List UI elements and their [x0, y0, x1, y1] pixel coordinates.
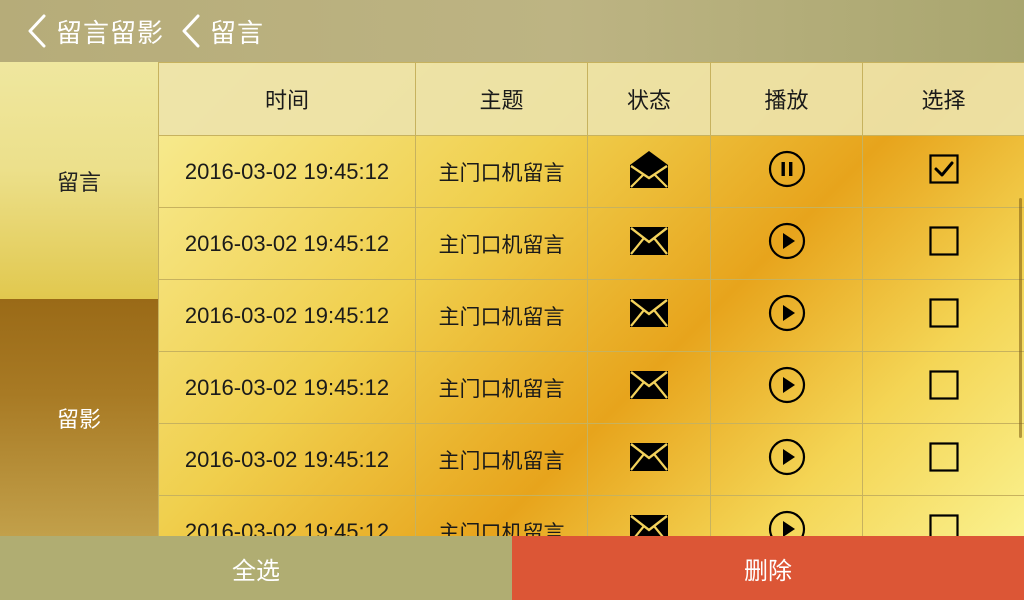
envelope-icon: [630, 515, 668, 536]
select-cell: [862, 207, 1024, 280]
playback-cell: [710, 423, 863, 496]
pause-button[interactable]: [768, 150, 806, 188]
select-cell: [862, 423, 1024, 496]
table-row[interactable]: 2016-03-02 19:45:12 主门口机留言: [158, 351, 1024, 424]
top-bar: 留言留影 留言: [0, 0, 1024, 62]
select-checkbox[interactable]: [928, 154, 959, 184]
breadcrumb-current[interactable]: 留言: [180, 13, 264, 50]
message-time: 2016-03-02 19:45:12: [158, 207, 416, 280]
chevron-left-icon: [28, 14, 46, 48]
message-time: 2016-03-02 19:45:12: [158, 135, 416, 208]
playback-cell: [710, 135, 863, 208]
select-checkbox[interactable]: [928, 370, 959, 400]
message-time: 2016-03-02 19:45:12: [158, 495, 416, 536]
play-icon: [768, 294, 806, 332]
select-checkbox[interactable]: [928, 226, 959, 256]
playback-cell: [710, 351, 863, 424]
message-time: 2016-03-02 19:45:12: [158, 351, 416, 424]
scrollbar[interactable]: [1019, 198, 1022, 438]
select-all-button[interactable]: 全选: [0, 536, 512, 600]
envelope-icon: [630, 299, 668, 327]
table-header-row: 时间 主题 状态 播放 选择: [158, 62, 1024, 136]
breadcrumb-label: 留言留影: [56, 18, 165, 49]
column-header-status: 状态: [587, 62, 711, 136]
play-button[interactable]: [768, 294, 806, 332]
playback-cell: [710, 495, 863, 536]
status-cell: [587, 351, 711, 424]
play-icon: [768, 222, 806, 260]
column-header-select: 选择: [862, 62, 1024, 136]
footer-bar: 全选 删除: [0, 536, 1024, 600]
play-icon: [768, 366, 806, 404]
status-cell: [587, 423, 711, 496]
chevron-left-icon: [182, 14, 200, 48]
sidebar-item-label: 留影: [56, 407, 101, 433]
table-row[interactable]: 2016-03-02 19:45:12 主门口机留言: [158, 423, 1024, 496]
message-time: 2016-03-02 19:45:12: [158, 423, 416, 496]
sidebar: 留言 留影: [0, 62, 158, 536]
play-button[interactable]: [768, 222, 806, 260]
play-icon: [768, 438, 806, 476]
message-table: 时间 主题 状态 播放 选择 2016-03-02 19:45:12 主门口机留言…: [158, 62, 1024, 536]
page-title: 留言: [210, 18, 265, 49]
delete-button[interactable]: 删除: [512, 536, 1024, 600]
sidebar-item-video-message[interactable]: 留影: [0, 299, 158, 536]
status-cell: [587, 279, 711, 352]
play-icon: [768, 510, 806, 536]
envelope-icon: [630, 371, 668, 399]
table-row[interactable]: 2016-03-02 19:45:12 主门口机留言: [158, 495, 1024, 536]
envelope-open-icon: [630, 150, 668, 188]
message-subject: 主门口机留言: [415, 351, 588, 424]
message-subject: 主门口机留言: [415, 423, 588, 496]
select-cell: [862, 495, 1024, 536]
table-row[interactable]: 2016-03-02 19:45:12 主门口机留言: [158, 135, 1024, 208]
back-to-messages-home[interactable]: 留言留影: [26, 13, 164, 50]
playback-cell: [710, 207, 863, 280]
sidebar-item-label: 留言: [56, 170, 101, 196]
message-subject: 主门口机留言: [415, 207, 588, 280]
select-checkbox[interactable]: [928, 298, 959, 328]
column-header-subject: 主题: [415, 62, 588, 136]
status-cell: [587, 495, 711, 536]
play-button[interactable]: [768, 438, 806, 476]
select-cell: [862, 351, 1024, 424]
envelope-icon: [630, 227, 668, 255]
sidebar-item-voice-message[interactable]: 留言: [0, 62, 158, 299]
table-row[interactable]: 2016-03-02 19:45:12 主门口机留言: [158, 279, 1024, 352]
select-checkbox[interactable]: [928, 442, 959, 472]
status-cell: [587, 135, 711, 208]
message-subject: 主门口机留言: [415, 495, 588, 536]
pause-icon: [768, 150, 806, 188]
select-cell: [862, 279, 1024, 352]
envelope-icon: [630, 443, 668, 471]
message-time: 2016-03-02 19:45:12: [158, 279, 416, 352]
play-button[interactable]: [768, 366, 806, 404]
select-checkbox[interactable]: [928, 514, 959, 536]
playback-cell: [710, 279, 863, 352]
column-header-time: 时间: [158, 62, 416, 136]
select-cell: [862, 135, 1024, 208]
message-subject: 主门口机留言: [415, 279, 588, 352]
status-cell: [587, 207, 711, 280]
play-button[interactable]: [768, 510, 806, 536]
message-subject: 主门口机留言: [415, 135, 588, 208]
message-table-container[interactable]: 时间 主题 状态 播放 选择 2016-03-02 19:45:12 主门口机留言…: [158, 62, 1024, 536]
table-row[interactable]: 2016-03-02 19:45:12 主门口机留言: [158, 207, 1024, 280]
column-header-playback: 播放: [710, 62, 863, 136]
